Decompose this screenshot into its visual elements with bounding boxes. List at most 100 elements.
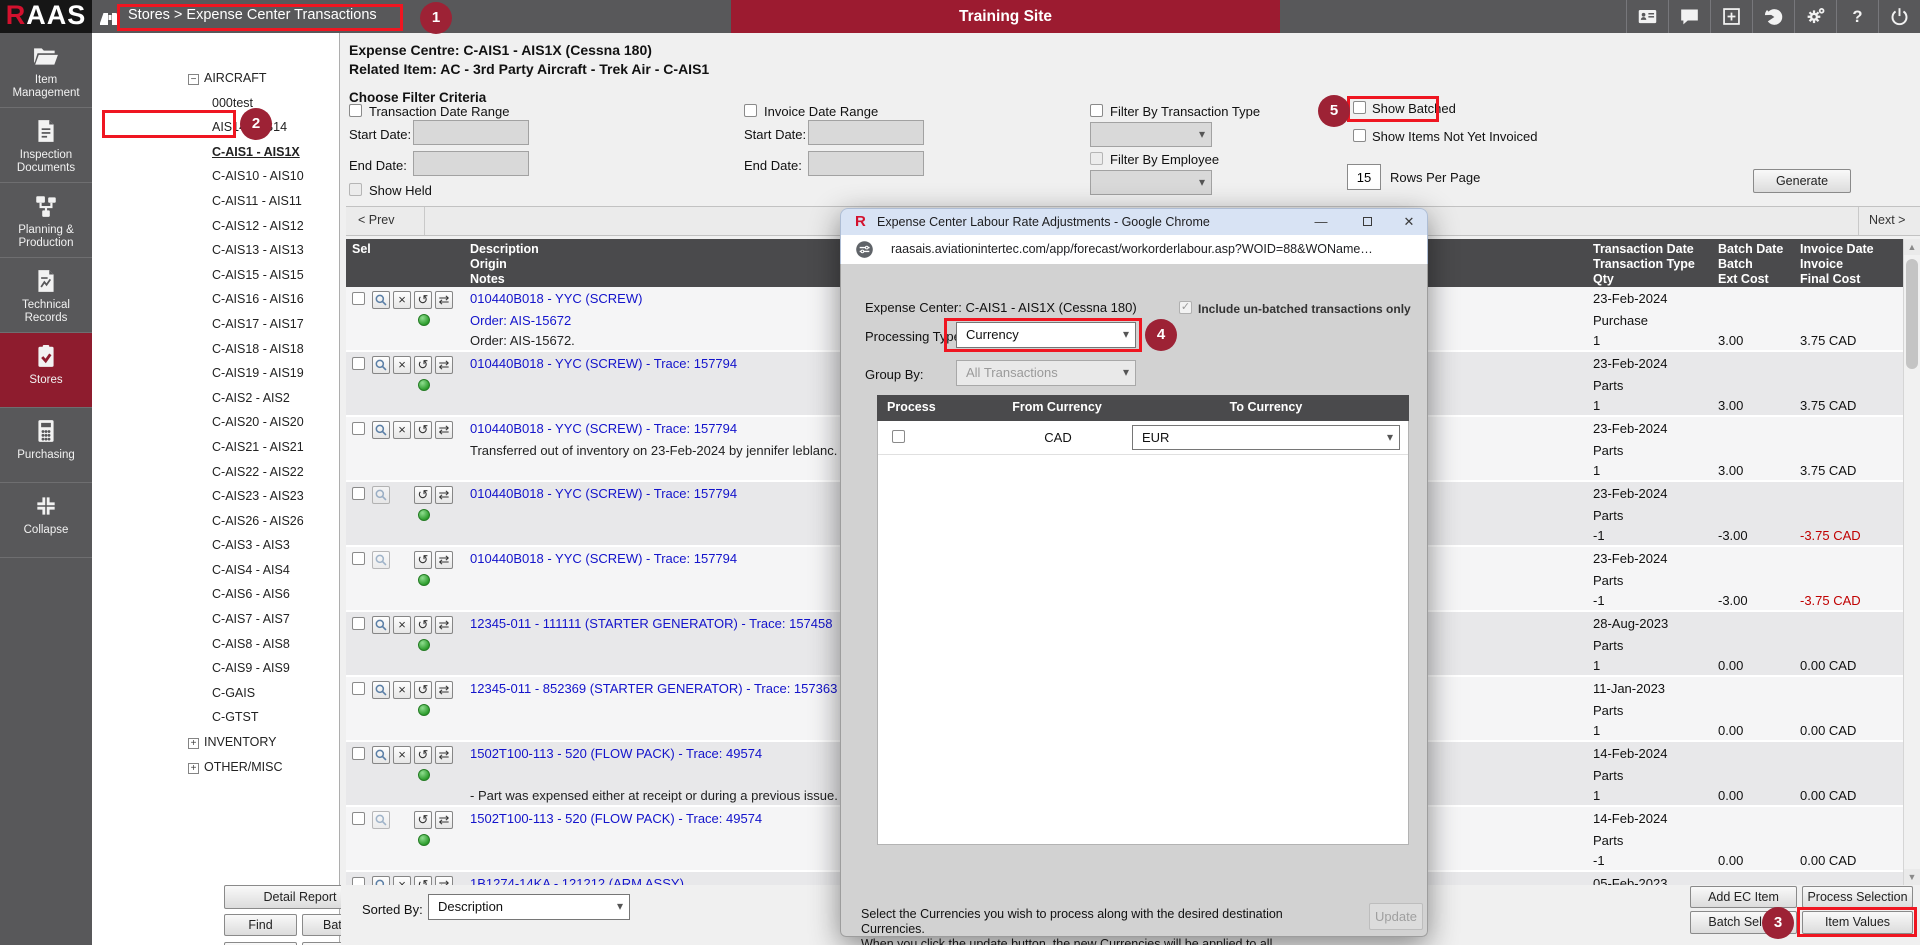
tree-item[interactable]: C-AIS17 - AIS17 xyxy=(92,317,338,342)
tree-item[interactable]: + OTHER/MISC xyxy=(92,760,338,785)
table-scrollbar[interactable]: ▲ ▼ xyxy=(1903,239,1920,885)
tree-item[interactable]: C-AIS3 - AIS3 xyxy=(92,538,338,563)
show-held-checkbox[interactable] xyxy=(349,183,362,196)
filter-by-employee-checkbox[interactable] xyxy=(1090,152,1103,165)
process-checkbox[interactable] xyxy=(892,430,905,443)
reverse-icon[interactable]: ↺ xyxy=(414,746,432,764)
origin-link[interactable]: Order: AIS-15672 xyxy=(470,313,571,329)
row-select-checkbox[interactable] xyxy=(352,617,365,630)
transfer-icon[interactable]: ⇄ xyxy=(435,876,453,885)
rows-per-page-input[interactable] xyxy=(1347,164,1381,190)
transaction-date-range-checkbox[interactable] xyxy=(349,104,362,117)
delete-icon[interactable]: × xyxy=(393,356,411,374)
reverse-icon[interactable]: ↺ xyxy=(414,681,432,699)
delete-icon[interactable]: × xyxy=(393,616,411,634)
transaction-link[interactable]: 1502T100-113 - 520 (FLOW PACK) - Trace: … xyxy=(470,746,762,762)
delete-icon[interactable]: × xyxy=(393,681,411,699)
tree-item[interactable]: C-AIS19 - AIS19 xyxy=(92,366,338,391)
transaction-type-select[interactable]: ▾ xyxy=(1090,122,1212,147)
tree-item-selected[interactable]: C-AIS1 - AIS1X xyxy=(92,145,338,170)
tree-item[interactable]: C-AIS26 - AIS26 xyxy=(92,514,338,539)
tree-item[interactable]: C-GAIS xyxy=(92,686,338,711)
tree-item[interactable]: AIS14- AIS14 xyxy=(92,120,338,145)
delete-icon[interactable]: × xyxy=(393,291,411,309)
sidebar-item-inspection-documents[interactable]: Inspection Documents xyxy=(0,108,92,183)
transaction-link[interactable]: 1B1274-14KA - 121212 (ARM ASSY) xyxy=(470,876,684,885)
show-items-not-yet-invoiced-checkbox[interactable] xyxy=(1353,129,1366,142)
row-select-checkbox[interactable] xyxy=(352,357,365,370)
reverse-icon[interactable]: ↺ xyxy=(414,811,432,829)
transfer-icon[interactable]: ⇄ xyxy=(435,421,453,439)
to-currency-select[interactable]: EUR ▾ xyxy=(1132,425,1400,450)
transaction-start-date-input[interactable] xyxy=(413,120,529,145)
sidebar-item-stores[interactable]: Stores xyxy=(0,333,92,408)
tree-item[interactable]: C-AIS18 - AIS18 xyxy=(92,342,338,367)
reverse-icon[interactable]: ↺ xyxy=(414,486,432,504)
delete-icon[interactable]: × xyxy=(393,876,411,885)
pie-chart-icon[interactable] xyxy=(1752,0,1794,33)
tree-item[interactable]: C-AIS8 - AIS8 xyxy=(92,637,338,662)
help-icon[interactable] xyxy=(1836,0,1878,33)
transaction-end-date-input[interactable] xyxy=(413,151,529,176)
transfer-icon[interactable]: ⇄ xyxy=(435,356,453,374)
sidebar-item-item-management[interactable]: Item Management xyxy=(0,33,92,108)
reverse-icon[interactable]: ↺ xyxy=(414,616,432,634)
row-select-checkbox[interactable] xyxy=(352,292,365,305)
reverse-icon[interactable]: ↺ xyxy=(414,551,432,569)
magnifier-icon[interactable] xyxy=(372,291,390,309)
include-unbatched-checkbox[interactable]: ✓ xyxy=(1179,301,1192,314)
tree-item[interactable]: C-AIS20 - AIS20 xyxy=(92,415,338,440)
tree-item[interactable]: − AIRCRAFT xyxy=(92,71,338,96)
transfer-icon[interactable]: ⇄ xyxy=(435,291,453,309)
transaction-link[interactable]: 12345-011 - 852369 (STARTER GENERATOR) -… xyxy=(470,681,837,697)
magnifier-icon[interactable] xyxy=(372,356,390,374)
sidebar-item-planning-production[interactable]: Planning & Production xyxy=(0,183,92,258)
scroll-down-icon[interactable]: ▼ xyxy=(1904,869,1920,885)
scroll-up-icon[interactable]: ▲ xyxy=(1904,239,1920,255)
transaction-link[interactable]: 010440B018 - YYC (SCREW) xyxy=(470,291,642,307)
transaction-link[interactable]: 010440B018 - YYC (SCREW) - Trace: 157794 xyxy=(470,421,737,437)
tree-item[interactable]: + INVENTORY xyxy=(92,735,338,760)
transaction-link[interactable]: 010440B018 - YYC (SCREW) - Trace: 157794 xyxy=(470,551,737,567)
magnifier-icon[interactable] xyxy=(372,551,390,569)
employee-select[interactable]: ▾ xyxy=(1090,170,1212,195)
item-values-button[interactable]: Item Values xyxy=(1802,911,1913,934)
tree-item[interactable]: C-AIS12 - AIS12 xyxy=(92,219,338,244)
delete-icon[interactable]: × xyxy=(393,421,411,439)
reverse-icon[interactable]: ↺ xyxy=(414,421,432,439)
next-page-button[interactable]: Next > xyxy=(1869,213,1905,227)
magnifier-icon[interactable] xyxy=(372,421,390,439)
close-icon[interactable]: ✕ xyxy=(1399,212,1419,232)
add-window-icon[interactable] xyxy=(1710,0,1752,33)
tree-expand-icon[interactable]: + xyxy=(188,738,199,749)
tree-item[interactable]: C-AIS6 - AIS6 xyxy=(92,587,338,612)
sidebar-item-purchasing[interactable]: Purchasing xyxy=(0,408,92,483)
show-batched-checkbox[interactable] xyxy=(1353,101,1366,114)
sorted-by-select[interactable]: Description ▾ xyxy=(428,894,630,920)
tree-item[interactable]: 000test xyxy=(92,96,338,121)
maximize-icon[interactable] xyxy=(1357,212,1377,232)
transfer-icon[interactable]: ⇄ xyxy=(435,746,453,764)
settings-gears-icon[interactable] xyxy=(1794,0,1836,33)
tree-item[interactable]: C-AIS7 - AIS7 xyxy=(92,612,338,637)
magnifier-icon[interactable] xyxy=(372,681,390,699)
transfer-icon[interactable]: ⇄ xyxy=(435,551,453,569)
row-select-checkbox[interactable] xyxy=(352,422,365,435)
tree-item[interactable]: C-AIS13 - AIS13 xyxy=(92,243,338,268)
find-button[interactable]: Find xyxy=(224,914,297,936)
magnifier-icon[interactable] xyxy=(372,746,390,764)
breadcrumb[interactable]: Stores > Expense Center Transactions xyxy=(128,7,377,23)
id-card-icon[interactable] xyxy=(1626,0,1668,33)
sidebar-item-collapse[interactable]: Collapse xyxy=(0,483,92,558)
tree-item[interactable]: C-AIS23 - AIS23 xyxy=(92,489,338,514)
invoice-date-range-checkbox[interactable] xyxy=(744,104,757,117)
tree-item[interactable]: C-AIS16 - AIS16 xyxy=(92,292,338,317)
tree-item[interactable]: C-AIS2 - AIS2 xyxy=(92,391,338,416)
invoice-start-date-input[interactable] xyxy=(808,120,924,145)
power-icon[interactable] xyxy=(1878,0,1920,33)
invoice-end-date-input[interactable] xyxy=(808,151,924,176)
reverse-icon[interactable]: ↺ xyxy=(414,291,432,309)
filter-by-transaction-type-checkbox[interactable] xyxy=(1090,104,1103,117)
transaction-link[interactable]: 1502T100-113 - 520 (FLOW PACK) - Trace: … xyxy=(470,811,762,827)
transaction-link[interactable]: 12345-011 - 111111 (STARTER GENERATOR) -… xyxy=(470,616,832,632)
